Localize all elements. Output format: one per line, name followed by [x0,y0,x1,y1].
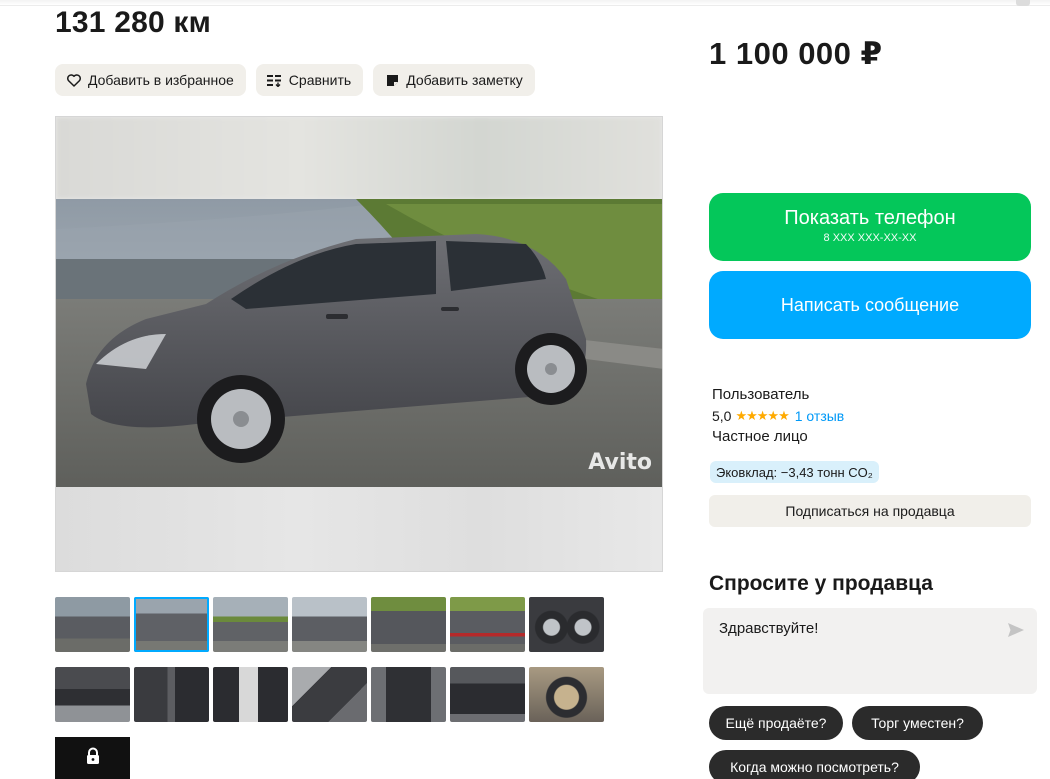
rating-stars-icon: ★★★★★ [735,408,789,423]
thumbnail-9[interactable] [134,667,209,722]
thumbnail-7[interactable] [529,597,604,652]
rating-value: 5,0 [712,408,732,424]
send-icon[interactable] [1006,620,1026,640]
heart-icon [66,72,82,88]
quick-question-chip-2[interactable]: Торг уместен? [852,706,983,740]
thumbnail-1[interactable] [55,597,130,652]
blurred-photo-background-bottom [56,487,662,571]
price: 1 100 000 ₽ [709,36,883,71]
show-phone-label: Показать телефон [784,207,956,229]
quick-question-chip-1[interactable]: Ещё продаёте? [709,706,843,740]
thumbnail-12[interactable] [371,667,446,722]
photo-thumbnails [55,597,604,722]
ask-seller-title: Спросите у продавца [709,572,933,595]
car-photo[interactable]: Avito [56,199,662,489]
avito-watermark: Avito [588,450,652,475]
mileage-title: 131 280 км [55,6,211,39]
listing-actions: Добавить в избранное Сравнить Добавить з… [55,64,535,96]
thumbnail-11[interactable] [292,667,367,722]
compare-label: Сравнить [288,72,352,88]
blurred-photo-background [56,117,662,199]
seller-info: Пользователь 5,0 ★★★★★ 1 отзыв Частное л… [712,386,844,445]
compare-icon [267,72,283,88]
note-icon [384,72,400,88]
seller-rating: 5,0 ★★★★★ 1 отзыв [712,408,844,424]
seller-name[interactable]: Пользователь [712,386,844,403]
thumbnail-5[interactable] [371,597,446,652]
masked-phone: 8 XXX XXX-XX-XX [823,232,917,244]
add-note-button[interactable]: Добавить заметку [373,64,535,96]
lock-icon [85,747,101,770]
show-phone-button[interactable]: Показать телефон 8 XXX XXX-XX-XX [709,193,1031,261]
thumbnail-2[interactable] [134,597,209,652]
add-to-favorites-label: Добавить в избранное [88,72,234,88]
quick-question-chip-3[interactable]: Когда можно посмотреть? [709,750,920,779]
thumbnail-8[interactable] [55,667,130,722]
thumbnail-3[interactable] [213,597,288,652]
seller-type: Частное лицо [712,428,808,445]
add-to-favorites-button[interactable]: Добавить в избранное [55,64,246,96]
thumbnail-13[interactable] [450,667,525,722]
eco-contribution-badge: Эковклад: −3,43 тонн CO₂ [710,461,879,483]
reviews-link[interactable]: 1 отзыв [795,408,845,424]
compare-button[interactable]: Сравнить [255,64,364,96]
write-message-button[interactable]: Написать сообщение [709,271,1031,339]
thumbnail-14[interactable] [529,667,604,722]
locked-photos-tile[interactable] [55,737,130,779]
main-photo-gallery[interactable]: Avito [55,116,663,572]
ask-message-input[interactable]: Здравствуйте! [703,608,1037,694]
subscribe-to-seller-button[interactable]: Подписаться на продавца [709,495,1031,527]
thumbnail-10[interactable] [213,667,288,722]
scroll-indicator [1016,0,1030,6]
thumbnail-6[interactable] [450,597,525,652]
thumbnail-4[interactable] [292,597,367,652]
add-note-label: Добавить заметку [406,72,523,88]
